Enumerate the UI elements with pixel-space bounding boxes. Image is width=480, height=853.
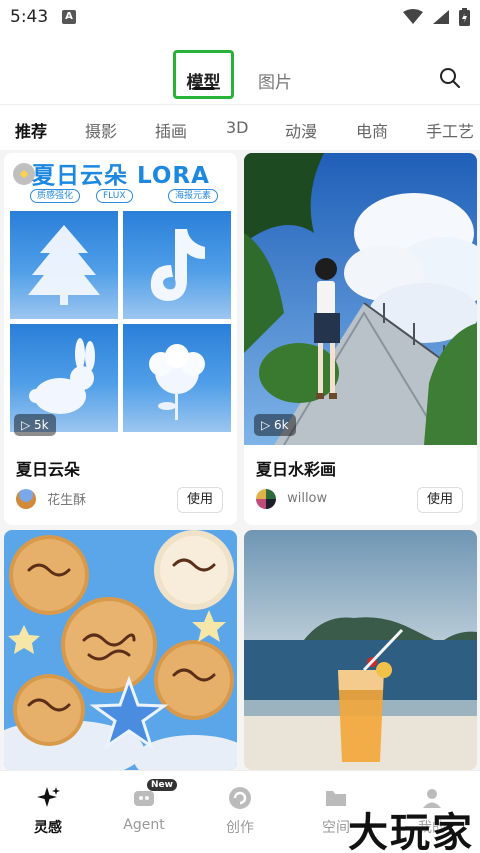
- status-icons: [399, 6, 470, 26]
- card-thumbnail[interactable]: 夏日云朵 LORA 质感强化 FLUX 海报元素 ◆ ▷ 5k: [4, 153, 237, 445]
- author-name: 花生酥: [47, 493, 87, 508]
- category-illustration[interactable]: 插画: [155, 118, 187, 142]
- view-count-value: 6k: [274, 418, 289, 432]
- cloud-tiktok-image: [123, 211, 231, 319]
- category-photography[interactable]: 摄影: [85, 118, 117, 142]
- poster-tag: FLUX: [96, 189, 133, 203]
- poster-tag: 质感强化: [30, 189, 81, 203]
- notification-icon: A: [62, 10, 76, 24]
- model-card[interactable]: ▷ 6k 夏日水彩画 willow 使用: [244, 153, 477, 525]
- nav-inspiration[interactable]: 灵感: [13, 785, 83, 837]
- model-card[interactable]: [4, 530, 237, 770]
- use-button[interactable]: 使用: [417, 487, 463, 513]
- avatar: [16, 488, 36, 509]
- folder-icon: [326, 791, 346, 806]
- view-count: ▷ 6k: [254, 414, 296, 436]
- poster-tag: 海报元素: [168, 189, 219, 203]
- category-anime[interactable]: 动漫: [285, 118, 317, 142]
- view-count: ▷ 5k: [14, 414, 56, 436]
- nav-agent[interactable]: New Agent: [109, 779, 179, 833]
- tab-model-label: 模型: [186, 73, 221, 93]
- cookies-image: [4, 530, 237, 770]
- poster-title: 夏日云朵 LORA: [32, 163, 210, 189]
- card-author[interactable]: 花生酥: [16, 488, 86, 510]
- category-bar: 推荐 摄影 插画 3D 动漫 电商 手工艺: [0, 104, 480, 150]
- category-recommend[interactable]: 推荐: [15, 118, 47, 142]
- avatar: [256, 488, 276, 509]
- watermark-logo: 大玩家: [348, 810, 474, 853]
- wifi-icon: [402, 8, 423, 24]
- nav-label: Agent: [123, 817, 165, 833]
- top-header: 模型 图片: [0, 34, 480, 104]
- nav-create[interactable]: 创作: [205, 785, 275, 837]
- cloud-tree-image: [10, 211, 118, 319]
- category-ecommerce[interactable]: 电商: [356, 118, 388, 142]
- tab-model[interactable]: 模型: [173, 50, 234, 99]
- author-name: willow: [287, 491, 328, 506]
- category-handcraft[interactable]: 手工艺: [426, 118, 474, 142]
- model-card[interactable]: 夏日云朵 LORA 质感强化 FLUX 海报元素 ◆ ▷ 5k 夏日云朵 花生酥…: [4, 153, 237, 525]
- battery-icon: [459, 7, 470, 26]
- poster-header: 夏日云朵 LORA 质感强化 FLUX 海报元素: [4, 153, 237, 209]
- card-thumbnail[interactable]: ▷ 6k: [244, 153, 477, 445]
- beach-drink-image: [244, 530, 477, 770]
- watercolor-girl-image: [244, 153, 477, 445]
- card-title[interactable]: 夏日云朵: [16, 456, 80, 480]
- status-time: 5:43: [10, 7, 49, 27]
- app-screen: 5:43 A 模型 图片 推荐 摄影 插画 3D 动漫 电商 手工艺 夏日云朵 …: [0, 0, 480, 853]
- poster-image-grid: [10, 211, 231, 432]
- model-card[interactable]: [244, 530, 477, 770]
- new-badge: New: [147, 779, 177, 791]
- cloud-rose-image: [123, 324, 231, 432]
- nav-label: 灵感: [34, 820, 62, 836]
- signal-icon: [432, 9, 449, 24]
- create-icon: [229, 787, 251, 809]
- tab-image[interactable]: 图片: [258, 68, 292, 93]
- status-bar: 5:43 A: [0, 0, 480, 34]
- view-count-value: 5k: [34, 418, 49, 432]
- sparkle-icon: [37, 787, 60, 807]
- card-author[interactable]: willow: [256, 488, 327, 510]
- search-icon[interactable]: [438, 66, 462, 90]
- diamond-icon: ◆: [13, 163, 35, 185]
- active-tab-indicator: [193, 87, 215, 90]
- use-button[interactable]: 使用: [177, 487, 223, 513]
- card-title[interactable]: 夏日水彩画: [256, 456, 336, 480]
- nav-label: 创作: [226, 820, 254, 836]
- category-3d[interactable]: 3D: [226, 118, 249, 137]
